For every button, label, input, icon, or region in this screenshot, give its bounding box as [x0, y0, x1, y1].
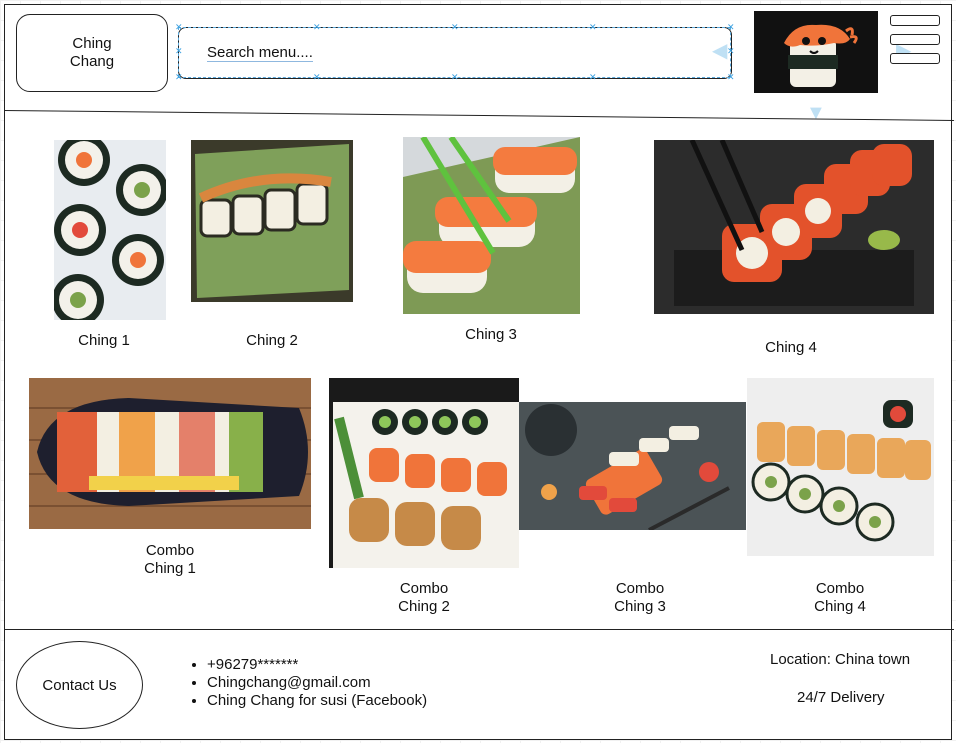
hamburger-menu-icon[interactable]	[890, 34, 940, 45]
connect-arrow-icon[interactable]: ▼	[806, 102, 826, 125]
sushi-image[interactable]	[329, 378, 519, 568]
resize-handle[interactable]: ✕	[175, 23, 183, 32]
combo-item-label: Combo Ching 1	[144, 542, 196, 577]
sushi-mascot-icon[interactable]	[754, 11, 878, 93]
menu-item-label: Ching 4	[765, 339, 817, 356]
resize-handle[interactable]: ✕	[589, 23, 597, 32]
menu-item-label: Ching 2	[246, 332, 298, 349]
sushi-image[interactable]	[29, 378, 311, 529]
resize-handle[interactable]: ✕	[451, 23, 459, 32]
menu-item-label: Ching 1	[78, 332, 130, 349]
sushi-image[interactable]	[54, 140, 166, 320]
sushi-image[interactable]	[403, 137, 580, 314]
resize-handle[interactable]: ✕	[313, 73, 321, 82]
resize-handle[interactable]: ✕	[175, 73, 183, 82]
combo-item-label: Combo Ching 4	[814, 580, 866, 615]
hamburger-menu-icon[interactable]	[890, 53, 940, 64]
resize-handle[interactable]: ✕	[727, 47, 735, 56]
sushi-image[interactable]	[191, 140, 353, 302]
sushi-image[interactable]	[519, 402, 746, 530]
contact-list: +96279******* Chingchang@gmail.com Ching…	[189, 656, 427, 710]
sushi-image[interactable]	[747, 378, 934, 556]
sushi-image[interactable]	[654, 140, 934, 314]
menu-item-label: Ching 3	[465, 326, 517, 343]
resize-handle[interactable]: ✕	[727, 73, 735, 82]
delivery-text: 24/7 Delivery	[797, 689, 885, 706]
contact-email[interactable]: Chingchang@gmail.com	[207, 674, 427, 692]
resize-handle[interactable]: ✕	[451, 73, 459, 82]
contact-us-button[interactable]: Contact Us	[16, 641, 143, 729]
resize-handle[interactable]: ✕	[175, 47, 183, 56]
resize-handle[interactable]: ✕	[313, 23, 321, 32]
resize-handle[interactable]: ✕	[727, 23, 735, 32]
connect-arrow-icon[interactable]: ◀	[712, 38, 727, 63]
logo-box[interactable]: Ching Chang	[16, 14, 168, 92]
contact-phone: +96279*******	[207, 656, 427, 674]
contact-facebook[interactable]: Ching Chang for susi (Facebook)	[207, 692, 427, 710]
combo-item-label: Combo Ching 3	[614, 580, 666, 615]
hamburger-menu-icon[interactable]	[890, 15, 940, 26]
search-placeholder: Search menu....	[207, 44, 313, 62]
footer-divider	[4, 629, 954, 630]
resize-handle[interactable]: ✕	[589, 73, 597, 82]
location-text: Location: China town	[770, 651, 911, 668]
combo-item-label: Combo Ching 2	[398, 580, 450, 615]
